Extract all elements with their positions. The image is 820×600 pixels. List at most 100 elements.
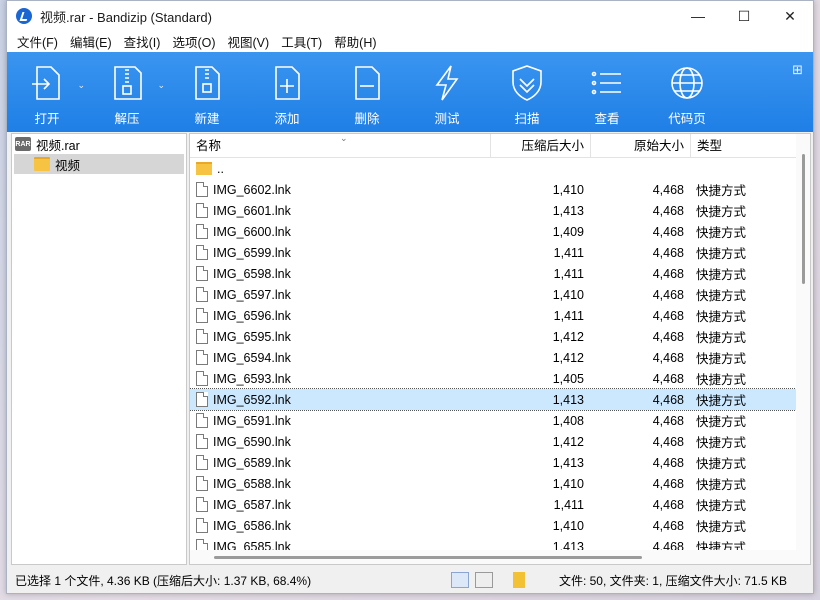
toolbar-test-button[interactable]: 测试 bbox=[407, 52, 487, 132]
maximize-button[interactable]: ☐ bbox=[721, 1, 767, 31]
toolbar-open-button[interactable]: 打开 ⌄ bbox=[7, 52, 87, 132]
packed-size: 1,411 bbox=[553, 245, 584, 260]
toolbar-new-button[interactable]: 新建 bbox=[167, 52, 247, 132]
table-row[interactable]: IMG_6593.lnk 1,405 4,468 快捷方式 bbox=[190, 368, 796, 389]
horizontal-scrollbar[interactable] bbox=[190, 550, 796, 564]
file-name: IMG_6594.lnk bbox=[213, 350, 291, 365]
original-size: 4,468 bbox=[652, 350, 684, 365]
parent-folder-label: .. bbox=[217, 161, 224, 176]
table-row[interactable]: IMG_6589.lnk 1,413 4,468 快捷方式 bbox=[190, 452, 796, 473]
table-row[interactable]: IMG_6594.lnk 1,412 4,468 快捷方式 bbox=[190, 347, 796, 368]
toolbar-extract-label: 解压 bbox=[114, 112, 140, 126]
table-row[interactable]: IMG_6587.lnk 1,411 4,468 快捷方式 bbox=[190, 494, 796, 515]
packed-size: 1,412 bbox=[552, 434, 584, 449]
file-name: IMG_6597.lnk bbox=[213, 287, 291, 302]
file-icon bbox=[196, 476, 208, 491]
table-row[interactable]: IMG_6592.lnk 1,413 4,468 快捷方式 bbox=[190, 388, 797, 411]
app-window: 视频.rar - Bandizip (Standard) — ☐ ✕ 文件(F)… bbox=[6, 0, 814, 594]
minimize-button[interactable]: — bbox=[675, 1, 721, 31]
vertical-scroll-thumb[interactable] bbox=[802, 154, 805, 284]
original-size: 4,468 bbox=[652, 266, 684, 281]
file-type: 快捷方式 bbox=[696, 205, 747, 219]
original-size: 4,468 bbox=[652, 287, 684, 302]
menu-help[interactable]: 帮助(H) bbox=[328, 32, 382, 51]
codepage-icon bbox=[671, 67, 703, 99]
parent-folder-row[interactable]: .. bbox=[190, 158, 796, 179]
original-size: 4,468 bbox=[652, 476, 684, 491]
details-view-icon[interactable] bbox=[451, 572, 469, 588]
file-type: 快捷方式 bbox=[696, 394, 747, 408]
file-icon bbox=[196, 245, 208, 260]
menu-edit[interactable]: 编辑(E) bbox=[64, 32, 118, 51]
toolbar-view-button[interactable]: 查看 bbox=[567, 52, 647, 132]
original-size: 4,468 bbox=[652, 182, 684, 197]
table-row[interactable]: IMG_6588.lnk 1,410 4,468 快捷方式 bbox=[190, 473, 796, 494]
table-row[interactable]: IMG_6591.lnk 1,408 4,468 快捷方式 bbox=[190, 410, 796, 431]
tree-item-archive[interactable]: RAR 视频.rar bbox=[12, 134, 186, 154]
toolbar-codepage-button[interactable]: 代码页 bbox=[647, 52, 727, 132]
toolbar-new-label: 新建 bbox=[194, 112, 220, 126]
horizontal-scroll-thumb[interactable] bbox=[214, 556, 642, 559]
file-icon bbox=[196, 224, 208, 239]
menu-find[interactable]: 查找(I) bbox=[118, 32, 167, 51]
table-row[interactable]: IMG_6601.lnk 1,413 4,468 快捷方式 bbox=[190, 200, 796, 221]
toolbar-add-button[interactable]: 添加 bbox=[247, 52, 327, 132]
file-name: IMG_6593.lnk bbox=[213, 371, 291, 386]
table-row[interactable]: IMG_6600.lnk 1,409 4,468 快捷方式 bbox=[190, 221, 796, 242]
file-name: IMG_6586.lnk bbox=[213, 518, 291, 533]
toolbar-delete-label: 删除 bbox=[354, 112, 380, 126]
column-header-type[interactable]: 类型 bbox=[690, 134, 790, 158]
tree-item-folder[interactable]: 视频 bbox=[14, 154, 184, 174]
column-header-packed-size[interactable]: 压缩后大小 bbox=[490, 134, 590, 158]
file-icon bbox=[196, 329, 208, 344]
table-row[interactable]: IMG_6595.lnk 1,412 4,468 快捷方式 bbox=[190, 326, 796, 347]
packed-size: 1,410 bbox=[552, 476, 584, 491]
table-row[interactable]: IMG_6586.lnk 1,410 4,468 快捷方式 bbox=[190, 515, 796, 536]
menu-options[interactable]: 选项(O) bbox=[166, 32, 221, 51]
thumbnail-view-icon[interactable] bbox=[475, 572, 493, 588]
layout-grid-icon[interactable]: ⊞ bbox=[792, 62, 803, 78]
file-name: IMG_6595.lnk bbox=[213, 329, 291, 344]
table-row[interactable]: IMG_6590.lnk 1,412 4,468 快捷方式 bbox=[190, 431, 796, 452]
file-type: 快捷方式 bbox=[696, 373, 747, 387]
original-size: 4,468 bbox=[652, 329, 684, 344]
file-icon bbox=[196, 287, 208, 302]
file-name: IMG_6600.lnk bbox=[213, 224, 291, 239]
toolbar-delete-button[interactable]: 删除 bbox=[327, 52, 407, 132]
column-header-original-size[interactable]: 原始大小 bbox=[590, 134, 690, 158]
file-icon bbox=[196, 203, 208, 218]
toolbar-extract-button[interactable]: 解压 ⌄ bbox=[87, 52, 167, 132]
open-icon bbox=[32, 66, 60, 100]
table-row[interactable]: IMG_6599.lnk 1,411 4,468 快捷方式 bbox=[190, 242, 796, 263]
table-row[interactable]: IMG_6596.lnk 1,411 4,468 快捷方式 bbox=[190, 305, 796, 326]
menu-tools[interactable]: 工具(T) bbox=[275, 32, 328, 51]
chevron-down-icon[interactable]: ⌄ bbox=[157, 80, 165, 91]
file-type: 快捷方式 bbox=[696, 478, 747, 492]
menu-file[interactable]: 文件(F) bbox=[11, 32, 64, 51]
file-type: 快捷方式 bbox=[696, 226, 747, 240]
file-icon bbox=[196, 497, 208, 512]
close-button[interactable]: ✕ bbox=[767, 1, 813, 31]
chevron-down-icon[interactable]: ⌄ bbox=[77, 80, 85, 91]
original-size: 4,468 bbox=[652, 392, 684, 407]
file-name: IMG_6599.lnk bbox=[213, 245, 291, 260]
file-name: IMG_6590.lnk bbox=[213, 434, 291, 449]
menu-bar: 文件(F) 编辑(E) 查找(I) 选项(O) 视图(V) 工具(T) 帮助(H… bbox=[7, 31, 813, 52]
packed-size: 1,408 bbox=[552, 413, 584, 428]
sort-arrow-icon: ⌄ bbox=[340, 133, 348, 143]
table-row[interactable]: IMG_6602.lnk 1,410 4,468 快捷方式 bbox=[190, 179, 796, 200]
original-size: 4,468 bbox=[652, 455, 684, 470]
table-row[interactable]: IMG_6598.lnk 1,411 4,468 快捷方式 bbox=[190, 263, 796, 284]
toolbar-open-label: 打开 bbox=[34, 112, 60, 126]
archive-info-icon[interactable] bbox=[513, 572, 525, 588]
title-bar[interactable]: 视频.rar - Bandizip (Standard) — ☐ ✕ bbox=[7, 1, 813, 31]
file-type: 快捷方式 bbox=[696, 247, 747, 261]
table-row[interactable]: IMG_6597.lnk 1,410 4,468 快捷方式 bbox=[190, 284, 796, 305]
file-list: ⌄ 名称 压缩后大小 原始大小 类型 .. IMG_6602.lnk 1,410 4… bbox=[189, 133, 811, 565]
toolbar-scan-button[interactable]: 扫描 bbox=[487, 52, 567, 132]
selection-status: 已选择 1 个文件, 4.36 KB (压缩后大小: 1.37 KB, 68.4… bbox=[15, 573, 312, 588]
file-type: 快捷方式 bbox=[696, 415, 747, 429]
menu-view[interactable]: 视图(V) bbox=[222, 32, 276, 51]
vertical-scrollbar[interactable] bbox=[796, 134, 810, 564]
file-type: 快捷方式 bbox=[696, 436, 747, 450]
